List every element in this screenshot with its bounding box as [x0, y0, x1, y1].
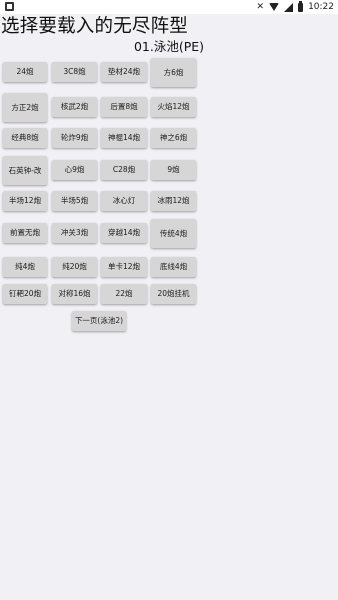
- page-title: 选择要载入的无尽阵型: [1, 16, 189, 37]
- formation-button[interactable]: 后置8炮: [101, 97, 147, 117]
- formation-button[interactable]: 半场12炮: [3, 191, 47, 211]
- formation-button[interactable]: 心9炮: [52, 160, 97, 180]
- wifi-icon: [269, 3, 280, 11]
- formation-button[interactable]: 神棍14炮: [101, 128, 147, 148]
- formation-button[interactable]: 3C8炮: [52, 62, 97, 82]
- formation-button[interactable]: 半场5炮: [52, 191, 97, 211]
- formation-button[interactable]: 石英钟-改: [3, 156, 47, 185]
- formation-button[interactable]: 方6炮: [151, 58, 196, 87]
- notification-app-icon: [5, 2, 14, 11]
- battery-icon: [298, 0, 304, 12]
- formation-button[interactable]: 冰雨12炮: [151, 191, 196, 211]
- formation-button[interactable]: 纯20炮: [52, 257, 97, 277]
- cell-signal-icon: [284, 2, 294, 12]
- formation-button[interactable]: 核武2炮: [52, 97, 97, 117]
- formation-button[interactable]: 冰心灯: [101, 191, 147, 211]
- formation-button[interactable]: 方正2炮: [3, 93, 47, 122]
- formation-button[interactable]: 垫材24炮: [101, 62, 147, 82]
- formation-button[interactable]: 对称16炮: [52, 284, 97, 304]
- formation-button[interactable]: 火焰12炮: [151, 97, 196, 117]
- formation-button[interactable]: 22炮: [101, 284, 147, 304]
- formation-button[interactable]: 穿越14炮: [101, 223, 147, 243]
- next-page-button[interactable]: 下一页(泳池2): [72, 311, 126, 331]
- formation-button[interactable]: C28炮: [101, 160, 147, 180]
- status-bar: ✕ 10:22: [0, 0, 338, 14]
- formation-button[interactable]: 冲关3炮: [52, 223, 97, 243]
- formation-button[interactable]: 经典8炮: [3, 128, 47, 148]
- formation-button[interactable]: 神之6炮: [151, 128, 196, 148]
- formation-button[interactable]: 前置无炮: [3, 223, 47, 243]
- page-subtitle: 01.泳池(PE): [133, 39, 205, 54]
- formation-button[interactable]: 底线4炮: [151, 257, 196, 277]
- formation-button[interactable]: 轮炸9炮: [52, 128, 97, 148]
- formation-button[interactable]: 传统4炮: [151, 219, 196, 248]
- formation-button[interactable]: 单卡12炮: [101, 257, 147, 277]
- formation-button[interactable]: 24炮: [3, 62, 47, 82]
- formation-button[interactable]: 9炮: [151, 160, 196, 180]
- formation-button[interactable]: 纯4炮: [3, 257, 47, 277]
- no-sim-icon: ✕: [256, 2, 265, 12]
- formation-button[interactable]: 钉耙20炮: [3, 284, 47, 304]
- clock: 10:22: [308, 2, 334, 12]
- formation-button[interactable]: 20炮挂机: [151, 284, 196, 304]
